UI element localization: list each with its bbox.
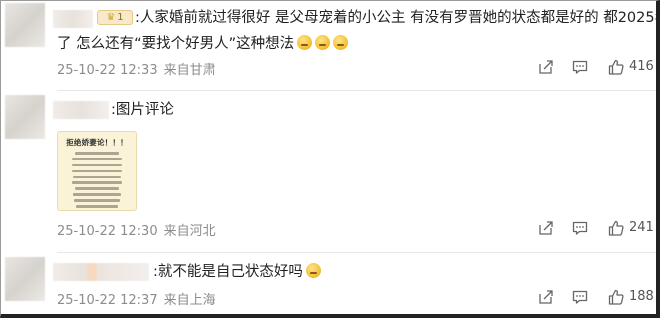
like-count: 241 — [629, 220, 654, 235]
avatar[interactable] — [5, 95, 45, 139]
thumbs-up-icon[interactable] — [607, 58, 625, 76]
thumbs-up-icon[interactable] — [607, 288, 625, 306]
comment-list: ♛ 1 :人家婚前就过得很好 是父母宠着的小公主 有没有罗晋她的状态都是好的 都… — [0, 0, 660, 318]
avatar[interactable] — [5, 257, 45, 301]
comment-text: :人家婚前就过得很好 是父母宠着的小公主 有没有罗晋她的状态都是好的 都2025… — [135, 10, 660, 26]
comment-item: ♛ 1 :人家婚前就过得很好 是父母宠着的小公主 有没有罗晋她的状态都是好的 都… — [1, 1, 660, 91]
thumbs-up-icon[interactable] — [607, 219, 625, 237]
share-icon[interactable] — [537, 58, 555, 76]
share-icon[interactable] — [537, 219, 555, 237]
avatar[interactable] — [5, 3, 45, 47]
username-blurred[interactable] — [53, 263, 149, 281]
comment-meta: 25-10-22 12:33 来自甘肃 — [57, 59, 216, 78]
comment-date: 25-10-22 12:37 — [57, 293, 158, 308]
crown-icon: ♛ — [106, 12, 116, 23]
like-count: 188 — [629, 289, 654, 304]
comment-location: 来自上海 — [163, 293, 216, 308]
emoji-icon — [333, 35, 349, 50]
comment-date: 25-10-22 12:30 — [57, 224, 158, 239]
emoji-icon — [315, 35, 331, 50]
comment-icon[interactable] — [571, 288, 589, 306]
comment-text: :就不能是自己状态好吗 — [153, 261, 321, 283]
emoji-icon — [305, 263, 321, 278]
image-text-lines — [66, 152, 128, 210]
image-title: 拒绝娇妻论！！！ — [66, 138, 128, 147]
like-count: 416 — [629, 59, 654, 74]
comment-location: 来自河北 — [163, 224, 216, 239]
comment-actions: 416 — [537, 58, 654, 78]
comment-meta: 25-10-22 12:37 来自上海 — [57, 289, 216, 308]
fan-badge[interactable]: ♛ 1 — [97, 10, 133, 25]
comment-actions: 241 — [537, 219, 654, 239]
comment-item: :图片评论 拒绝娇妻论！！！ 25-10-22 12:30 来自河北 241 — [1, 91, 656, 251]
comment-meta: 25-10-22 12:30 来自河北 — [57, 220, 216, 239]
comment-icon[interactable] — [571, 219, 589, 237]
comment-item: :就不能是自己状态好吗 25-10-22 12:37 来自上海 188 — [1, 253, 656, 314]
username-blurred[interactable] — [53, 101, 109, 119]
comment-text: :图片评论 — [111, 102, 174, 118]
comment-image[interactable]: 拒绝娇妻论！！！ — [57, 131, 137, 211]
comment-location: 来自甘肃 — [163, 63, 216, 78]
emoji-icon — [297, 35, 313, 50]
username-blurred[interactable] — [53, 10, 93, 28]
comment-date: 25-10-22 12:33 — [57, 63, 158, 78]
comment-text-cont: 了 怎么还有“要找个好男人”这种想法 — [57, 33, 349, 55]
comment-icon[interactable] — [571, 58, 589, 76]
share-icon[interactable] — [537, 288, 555, 306]
comment-actions: 188 — [537, 288, 654, 308]
